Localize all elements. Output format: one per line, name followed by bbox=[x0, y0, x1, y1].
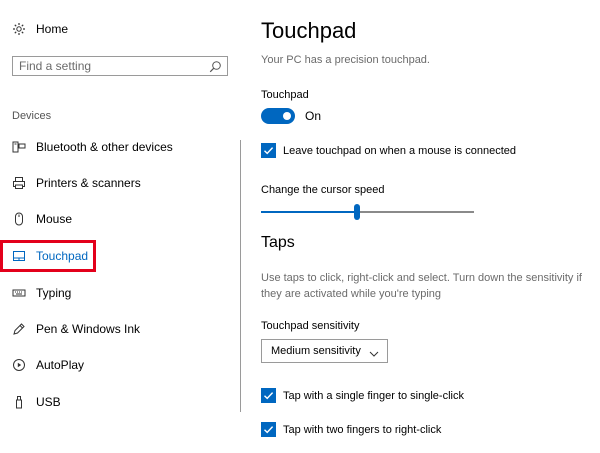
leave-touchpad-on-row: Leave touchpad on when a mouse is connec… bbox=[261, 143, 516, 158]
devices-section-label: Devices bbox=[12, 110, 52, 122]
search-box bbox=[12, 56, 228, 76]
sensitivity-dropdown[interactable]: Medium sensitivity bbox=[261, 339, 388, 363]
search-icon[interactable] bbox=[209, 60, 222, 73]
cursor-speed-slider[interactable] bbox=[261, 204, 474, 220]
checkmark-icon bbox=[264, 147, 274, 155]
checkmark-icon bbox=[264, 392, 274, 400]
chevron-down-icon bbox=[369, 346, 379, 357]
sidebar-item-typing[interactable]: Typing bbox=[12, 282, 232, 304]
usb-icon bbox=[12, 395, 26, 409]
touchpad-toggle[interactable] bbox=[261, 108, 295, 124]
taps-description: Use taps to click, right-click and selec… bbox=[261, 272, 582, 300]
sidebar-item-label: USB bbox=[36, 395, 61, 409]
sidebar-item-label: Printers & scanners bbox=[36, 176, 141, 190]
leave-touchpad-on-label: Leave touchpad on when a mouse is connec… bbox=[283, 144, 516, 157]
printer-icon bbox=[12, 176, 26, 190]
single-finger-row: Tap with a single finger to single-click bbox=[261, 388, 464, 403]
sidebar-item-autoplay[interactable]: AutoPlay bbox=[12, 354, 232, 376]
home-label: Home bbox=[36, 22, 69, 36]
sidebar-item-pen[interactable]: Pen & Windows Ink bbox=[12, 318, 232, 340]
sidebar-item-printers[interactable]: Printers & scanners bbox=[12, 172, 232, 194]
cursor-speed-label: Change the cursor speed bbox=[261, 184, 385, 196]
toggle-knob bbox=[283, 112, 291, 120]
sidebar-item-mouse[interactable]: Mouse bbox=[12, 208, 232, 230]
taps-heading: Taps bbox=[261, 234, 295, 251]
main-content: Touchpad Your PC has a precision touchpa… bbox=[261, 0, 600, 453]
sidebar-item-bluetooth[interactable]: Bluetooth & other devices bbox=[12, 136, 232, 158]
slider-thumb[interactable] bbox=[354, 204, 360, 220]
selection-highlight-box bbox=[0, 240, 96, 272]
single-finger-tap-checkbox[interactable] bbox=[261, 388, 276, 403]
autoplay-icon bbox=[12, 358, 26, 372]
toggle-state-label: On bbox=[305, 109, 322, 123]
sidebar-item-label: Mouse bbox=[36, 212, 73, 226]
mouse-icon bbox=[12, 212, 26, 226]
single-finger-tap-label: Tap with a single finger to single-click bbox=[283, 389, 464, 402]
touchpad-toggle-row: On bbox=[261, 108, 321, 124]
two-finger-tap-checkbox[interactable] bbox=[261, 422, 276, 437]
sensitivity-label: Touchpad sensitivity bbox=[261, 320, 360, 332]
sidebar: Home Devices Bluetooth & other devices P… bbox=[0, 0, 240, 453]
sidebar-item-label: AutoPlay bbox=[36, 358, 85, 372]
pane-divider bbox=[240, 140, 241, 412]
bluetooth-icon bbox=[12, 140, 26, 154]
sidebar-item-label: Typing bbox=[36, 286, 72, 300]
pen-icon bbox=[12, 322, 26, 336]
touchpad-toggle-label: Touchpad bbox=[261, 89, 309, 101]
page-subtitle: Your PC has a precision touchpad. bbox=[261, 54, 430, 66]
keyboard-icon bbox=[12, 286, 26, 300]
checkmark-icon bbox=[264, 426, 274, 434]
search-input[interactable] bbox=[13, 59, 215, 73]
sidebar-item-label: Pen & Windows Ink bbox=[36, 322, 141, 336]
home-link[interactable]: Home bbox=[12, 22, 68, 36]
two-finger-row: Tap with two fingers to right-click bbox=[261, 422, 441, 437]
sidebar-item-usb[interactable]: USB bbox=[12, 391, 232, 413]
page-title: Touchpad bbox=[261, 18, 357, 43]
sensitivity-value: Medium sensitivity bbox=[271, 345, 361, 357]
gear-icon bbox=[12, 22, 26, 36]
slider-fill bbox=[261, 211, 357, 213]
leave-touchpad-on-checkbox[interactable] bbox=[261, 143, 276, 158]
two-finger-tap-label: Tap with two fingers to right-click bbox=[283, 423, 442, 436]
sidebar-item-label: Bluetooth & other devices bbox=[36, 140, 173, 154]
